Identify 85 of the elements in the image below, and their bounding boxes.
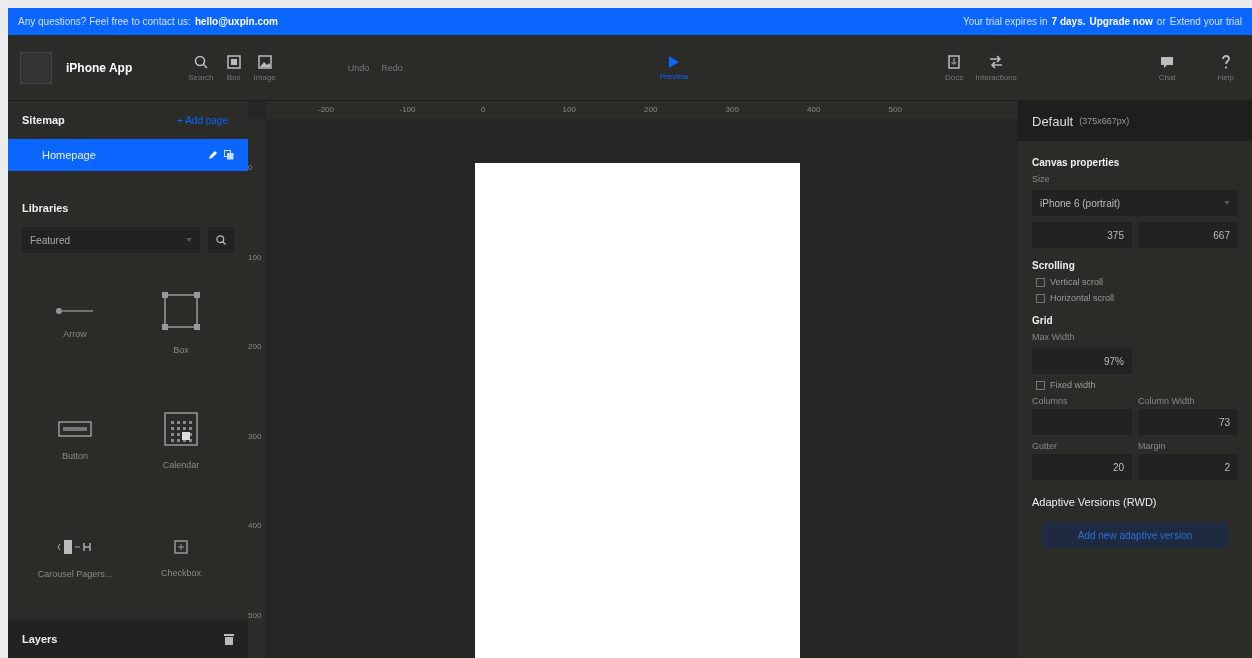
field-label: Columns bbox=[1032, 396, 1069, 406]
ruler-label: 200 bbox=[248, 342, 263, 353]
field-label: Column Width bbox=[1138, 396, 1196, 406]
box-icon bbox=[161, 291, 201, 331]
ruler-label: 500 bbox=[888, 104, 903, 116]
image-tool-button[interactable]: Image bbox=[247, 53, 282, 82]
section-title: Canvas properties bbox=[1032, 157, 1121, 168]
field-label: Gutter bbox=[1032, 441, 1058, 451]
width-field[interactable]: 375 bbox=[1032, 222, 1132, 248]
artboard-size: (375x667px) bbox=[1079, 116, 1130, 126]
library-item[interactable]: Carousel Pagers... bbox=[22, 509, 128, 609]
ruler-label: 0 bbox=[248, 163, 254, 174]
ruler-label: 300 bbox=[725, 104, 740, 116]
add-page-button[interactable]: + Add page bbox=[171, 113, 234, 127]
section-title: Adaptive Versions (RWD) bbox=[1032, 496, 1158, 508]
ruler-label: 500 bbox=[248, 610, 263, 622]
device-select[interactable]: iPhone 6 (portrait) bbox=[1032, 190, 1238, 216]
help-tool-button[interactable]: Help bbox=[1211, 53, 1240, 82]
number-field[interactable]: 2 bbox=[1138, 454, 1238, 480]
copy-icon bbox=[224, 150, 234, 160]
checkbox[interactable]: Fixed width bbox=[1032, 380, 1238, 390]
panel-title: Layers bbox=[22, 633, 58, 645]
search-icon bbox=[215, 234, 227, 246]
ruler-label: -200 bbox=[318, 104, 335, 116]
pager-icon bbox=[57, 539, 93, 555]
banner-text: Any questions? Feel free to contact us: bbox=[18, 16, 191, 27]
search-icon bbox=[192, 53, 209, 70]
caret-icon bbox=[1224, 201, 1230, 205]
preview-button[interactable]: Preview bbox=[653, 54, 695, 81]
doc-icon bbox=[946, 53, 963, 70]
interactions-icon bbox=[987, 53, 1004, 70]
ruler-label: 100 bbox=[562, 104, 577, 116]
artboard-name: Default bbox=[1032, 113, 1074, 129]
box-tool-button[interactable]: Box bbox=[219, 53, 248, 82]
ruler-label: 400 bbox=[248, 521, 263, 532]
extend-link[interactable]: Extend your trial bbox=[1169, 16, 1242, 27]
upgrade-link[interactable]: Upgrade now bbox=[1089, 16, 1153, 27]
button-icon bbox=[58, 421, 92, 437]
number-field[interactable]: 20 bbox=[1032, 454, 1132, 480]
number-field[interactable]: 73 bbox=[1138, 409, 1238, 435]
ruler-label: 300 bbox=[248, 431, 263, 443]
doc-tool-button[interactable]: Docs bbox=[939, 53, 970, 82]
field-label: Max Width bbox=[1032, 332, 1076, 342]
chat-tool-button[interactable]: Chat bbox=[1152, 53, 1182, 82]
image-icon bbox=[256, 53, 273, 70]
pencil-icon bbox=[208, 150, 218, 160]
days-left: 7 days. bbox=[1051, 16, 1086, 27]
checkbox-icon bbox=[174, 540, 188, 554]
ruler-label: 200 bbox=[644, 104, 659, 116]
checkbox[interactable]: Vertical scroll bbox=[1032, 277, 1238, 287]
banner-text: Your trial expires in bbox=[962, 16, 1048, 27]
trash-icon[interactable] bbox=[224, 633, 234, 645]
project-name: iPhone App bbox=[66, 60, 133, 75]
email-link[interactable]: hello@uxpin.com bbox=[194, 16, 278, 27]
height-field[interactable]: 667 bbox=[1138, 222, 1238, 248]
page-item[interactable]: Homepage bbox=[8, 139, 248, 171]
ruler-label: 0 bbox=[481, 104, 487, 116]
box-icon bbox=[225, 53, 242, 70]
library-item[interactable]: Button bbox=[22, 391, 128, 491]
caret-icon bbox=[186, 238, 192, 242]
library-item[interactable]: Box bbox=[128, 273, 234, 373]
ruler-label: 100 bbox=[248, 252, 263, 264]
library-select[interactable]: Featured bbox=[22, 227, 200, 253]
library-item[interactable]: Calendar bbox=[128, 391, 234, 491]
section-title: Scrolling bbox=[1032, 260, 1076, 271]
library-item[interactable]: Arrow bbox=[22, 273, 128, 373]
field-label: Size bbox=[1032, 174, 1051, 184]
ruler-label: 400 bbox=[807, 104, 822, 116]
logo-tile[interactable] bbox=[20, 51, 52, 84]
section-title: Grid bbox=[1032, 315, 1054, 326]
interactions-tool-button[interactable]: Interactions bbox=[969, 53, 1023, 82]
ruler-label: -100 bbox=[399, 104, 417, 116]
add-adaptive-button[interactable]: Add new adaptive version bbox=[1042, 522, 1228, 548]
banner-text: or bbox=[1156, 16, 1166, 27]
play-icon bbox=[667, 54, 680, 69]
library-item[interactable]: Checkbox bbox=[128, 509, 234, 609]
line-icon bbox=[55, 307, 95, 315]
calendar-icon bbox=[164, 412, 198, 446]
panel-title: Sitemap bbox=[22, 114, 65, 126]
max-width-field[interactable]: 97% bbox=[1032, 348, 1132, 374]
search-tool-button[interactable]: Search bbox=[182, 53, 220, 82]
checkbox[interactable]: Horizontal scroll bbox=[1032, 293, 1238, 303]
search-button[interactable] bbox=[208, 227, 234, 253]
panel-title: Libraries bbox=[22, 202, 69, 214]
field-label: Margin bbox=[1138, 441, 1167, 451]
